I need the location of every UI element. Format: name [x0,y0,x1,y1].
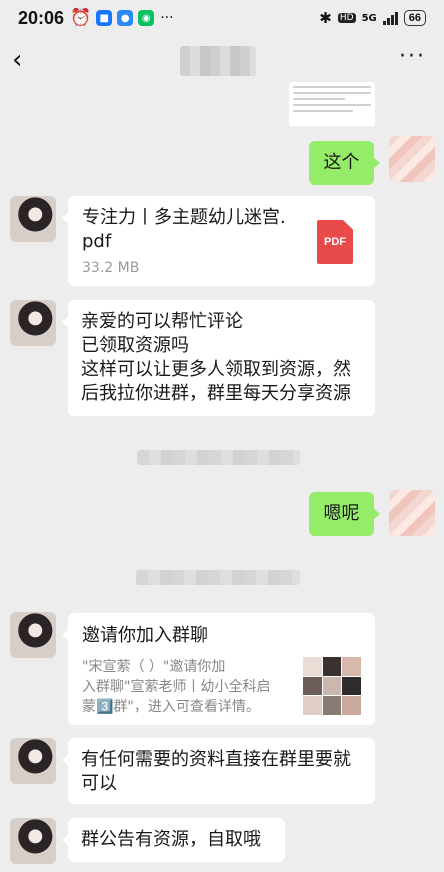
invite-desc-line: "宋宣萦（ ）"邀请你加 [82,659,226,675]
file-message[interactable]: 专注力丨多主题幼儿迷宫.pdf 33.2 MB PDF [62,196,375,286]
more-dots-icon[interactable]: ··· [399,44,426,69]
message-line: 可以 [81,773,117,794]
my-avatar[interactable] [389,490,435,536]
more-notifications-icon: ··· [160,10,174,26]
contact-avatar[interactable] [10,818,56,864]
message-bubble-sent[interactable]: 嗯呢 [309,492,380,536]
group-avatar-thumbnail [303,657,361,715]
hd-icon: HD [337,13,356,23]
contacts-notification-icon: ● [117,10,134,26]
invite-desc-line: 蒙3️⃣群"，进入可查看详情。 [82,699,260,715]
invite-description: "宋宣萦（ ）"邀请你加 入群聊"宣萦老师丨幼小全科启 蒙3️⃣群"，进入可查看… [82,657,297,717]
system-message-blurred [136,570,300,585]
contact-avatar[interactable] [10,738,56,784]
chat-title-blurred [180,46,256,76]
pdf-file-icon: PDF [317,220,353,264]
message-text: 嗯呢 [323,503,360,524]
wechat-notification-icon: ◉ [138,10,155,26]
status-time: 20:06 [18,7,65,28]
signal-icon [382,11,398,25]
message-line: 已领取资源吗 [81,335,189,356]
message-bubble-received[interactable]: 群公告有资源，自取哦 [62,818,285,862]
app-notification-icon: ■ [96,10,113,26]
contact-avatar[interactable] [10,196,56,242]
my-avatar[interactable] [389,136,435,182]
alarm-off-icon: ⏰ [70,8,92,28]
message-text: 这个 [323,152,360,173]
message-bubble-received[interactable]: 有任何需要的资料直接在群里要就 可以 [62,738,375,804]
battery-icon: 66 [403,10,426,26]
contact-avatar[interactable] [10,300,56,346]
message-bubble-received[interactable]: 亲爱的可以帮忙评论 已领取资源吗 这样可以让更多人领取到资源，然 后我拉你进群，… [62,300,375,416]
message-line: 后我拉你进群，群里每天分享资源 [81,383,351,404]
invite-title: 邀请你加入群聊 [82,625,208,646]
message-text: 群公告有资源，自取哦 [81,829,261,850]
group-invite-card[interactable]: 邀请你加入群聊 "宋宣萦（ ）"邀请你加 入群聊"宣萦老师丨幼小全科启 蒙3️⃣… [62,613,375,725]
sent-image-message[interactable] [289,82,375,126]
message-line: 亲爱的可以帮忙评论 [81,311,243,332]
message-bubble-sent[interactable]: 这个 [309,141,380,185]
bluetooth-icon: ✱ [319,9,332,27]
status-bar: 20:06 ⏰ ■ ● ◉ ··· ✱ HD 5G 66 [0,0,444,36]
file-name: 专注力丨多主题幼儿迷宫.pdf [82,207,286,252]
invite-desc-line: 入群聊"宣萦老师丨幼小全科启 [82,679,271,695]
network-type: 5G [361,12,377,24]
chat-header: ‹ ··· [0,36,444,84]
message-line: 这样可以让更多人领取到资源，然 [81,359,351,380]
message-line: 有任何需要的资料直接在群里要就 [81,749,351,770]
contact-avatar[interactable] [10,612,56,658]
system-message-blurred [137,450,300,465]
back-icon[interactable]: ‹ [12,45,42,75]
